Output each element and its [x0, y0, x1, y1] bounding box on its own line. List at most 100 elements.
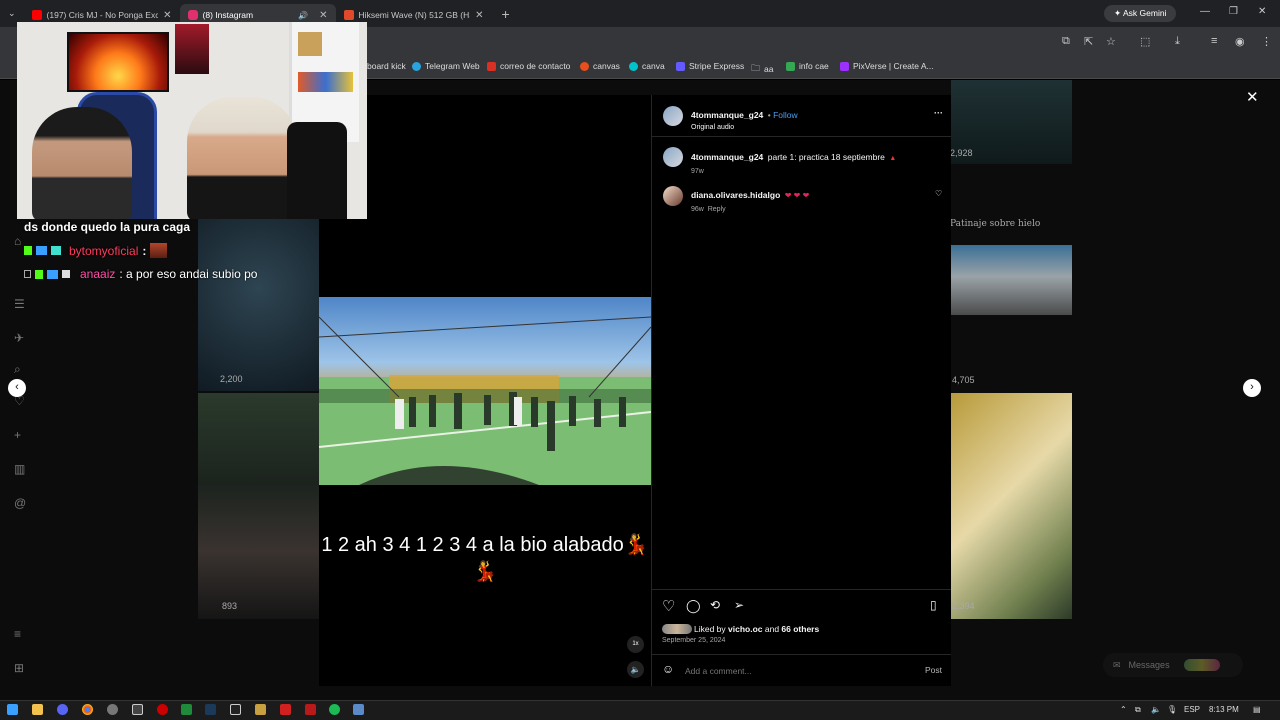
caption-text: parte 1: practica 18 septiembre: [767, 152, 885, 162]
app-icon[interactable]: [280, 704, 291, 715]
download-icon[interactable]: ⤓: [1175, 35, 1180, 48]
speaker-icon[interactable]: 🔊: [298, 11, 308, 20]
tab-search-icon[interactable]: ⌄: [0, 8, 24, 19]
reel-video-frame[interactable]: [319, 297, 651, 485]
home-icon[interactable]: ⌂: [14, 234, 21, 248]
liked-by-others[interactable]: 66 others: [781, 624, 819, 634]
bookmark-folder-aa[interactable]: 🗀 aa: [751, 61, 773, 77]
caption-username[interactable]: 4tommanque_g24: [691, 152, 763, 162]
messages-button[interactable]: ✉ Messages: [1103, 653, 1243, 677]
close-window-icon[interactable]: ✕: [1258, 6, 1266, 17]
extensions-icon[interactable]: ⬚: [1140, 35, 1150, 48]
search-icon[interactable]: ⌕: [14, 362, 21, 377]
comment-username[interactable]: diana.olivares.hidalgo: [691, 190, 780, 200]
app-icon[interactable]: [107, 704, 118, 715]
bookmark-canvas[interactable]: canvas: [580, 61, 620, 71]
grid-thumbnail[interactable]: [951, 245, 1072, 315]
app-icon[interactable]: [132, 704, 143, 715]
maximize-icon[interactable]: ❐: [1229, 6, 1238, 17]
tray-overflow-icon[interactable]: ⌃: [1120, 705, 1127, 714]
clock[interactable]: 8:13 PM: [1209, 705, 1239, 714]
close-icon[interactable]: ✕: [163, 10, 171, 21]
grid-thumbnail[interactable]: [198, 393, 319, 619]
microphone-icon[interactable]: 🎙: [1167, 705, 1177, 714]
bookmark-info-cae[interactable]: info cae: [786, 61, 829, 71]
volume-icon[interactable]: 🔈: [1151, 705, 1161, 714]
app-icon[interactable]: [255, 704, 266, 715]
close-icon[interactable]: ✕: [319, 10, 327, 21]
speed-badge[interactable]: 1x: [627, 636, 644, 653]
network-icon[interactable]: ⧉: [1135, 705, 1141, 715]
close-icon[interactable]: ✕: [475, 10, 483, 21]
reels-icon[interactable]: ☰: [14, 297, 25, 311]
chat-username[interactable]: anaaiz: [80, 267, 115, 281]
chat-text: ds donde quedo la pura caga: [24, 220, 191, 234]
bookmark-board-kick[interactable]: board kick: [367, 61, 406, 71]
minimize-icon[interactable]: —: [1200, 6, 1210, 17]
app-icon[interactable]: [353, 704, 364, 715]
apps-icon[interactable]: ⊞: [14, 661, 24, 675]
avatar[interactable]: [663, 186, 683, 206]
avatar[interactable]: [663, 147, 683, 167]
chrome-icon[interactable]: [82, 704, 93, 715]
author-username[interactable]: 4tommanque_g24: [691, 110, 763, 120]
spotify-icon[interactable]: [329, 704, 340, 715]
avatar[interactable]: [663, 106, 683, 126]
repost-icon[interactable]: ⟲: [710, 598, 720, 612]
grid-thumbnail[interactable]: [198, 219, 319, 391]
notifications-tray-icon[interactable]: ▤: [1253, 705, 1261, 714]
share-icon[interactable]: ➢: [734, 598, 744, 612]
more-options-icon[interactable]: ···: [934, 108, 943, 118]
file-explorer-icon[interactable]: [32, 704, 43, 715]
mute-icon[interactable]: 🔈: [627, 661, 644, 678]
discord-icon[interactable]: [57, 704, 68, 715]
liked-by-user[interactable]: vicho.oc: [728, 624, 762, 634]
start-icon[interactable]: [7, 704, 18, 715]
reply-button[interactable]: Reply: [708, 206, 726, 213]
threads-icon[interactable]: @: [14, 496, 26, 510]
speed-label: 1x: [632, 641, 639, 647]
app-icon[interactable]: [230, 704, 241, 715]
bookmark-stripe[interactable]: Stripe Express: [676, 61, 744, 71]
install-app-icon[interactable]: ⇱: [1084, 35, 1093, 48]
media-controls-icon[interactable]: ≡: [1211, 35, 1217, 47]
ask-gemini-button[interactable]: ✦ Ask Gemini: [1104, 5, 1177, 22]
comment-input[interactable]: [685, 664, 915, 677]
follow-button[interactable]: Follow: [773, 110, 798, 120]
save-icon[interactable]: ▯: [930, 598, 937, 612]
canvas-icon: [580, 61, 589, 71]
bookmark-telegram[interactable]: Telegram Web: [412, 61, 480, 71]
bookmark-canva[interactable]: canva: [629, 61, 665, 71]
comment-icon[interactable]: ◯: [686, 598, 701, 614]
language-indicator[interactable]: ESP: [1184, 705, 1200, 714]
chat-text: : a por eso andai subio po: [119, 267, 258, 281]
steam-icon[interactable]: [205, 704, 216, 715]
next-post-button[interactable]: ›: [1243, 379, 1261, 397]
grid-thumbnail[interactable]: [951, 393, 1072, 619]
bookmark-star-icon[interactable]: ☆: [1106, 35, 1116, 48]
badge-icon: [47, 269, 58, 279]
bookmark-correo[interactable]: correo de contacto: [487, 61, 570, 71]
translate-icon[interactable]: ⧉: [1062, 35, 1070, 48]
post-button[interactable]: Post: [925, 665, 942, 675]
emoji-icon[interactable]: ☺: [662, 662, 674, 676]
obs-icon[interactable]: [157, 704, 168, 715]
comment-like-icon[interactable]: ♡: [935, 189, 942, 198]
create-icon[interactable]: +: [14, 428, 21, 442]
webcam-overlay: [17, 22, 367, 219]
dashboard-icon[interactable]: ▥: [14, 462, 25, 476]
profile-icon[interactable]: ◉: [1235, 35, 1245, 48]
chat-username[interactable]: bytomyoficial: [69, 244, 138, 258]
bookmark-pixverse[interactable]: PixVerse | Create A...: [840, 61, 934, 71]
chat-message: ds donde quedo la pura caga: [24, 220, 190, 234]
browser-menu-icon[interactable]: ⋮: [1261, 35, 1272, 48]
menu-icon[interactable]: ≡: [14, 627, 21, 641]
like-icon[interactable]: ♡: [662, 597, 675, 615]
explore-icon[interactable]: ✈: [14, 331, 24, 345]
audio-label[interactable]: Original audio: [691, 124, 798, 131]
app-icon[interactable]: [305, 704, 316, 715]
new-tab-button[interactable]: +: [492, 6, 520, 22]
close-modal-icon[interactable]: ✕: [1246, 88, 1259, 106]
terminal-icon[interactable]: [181, 704, 192, 715]
previous-post-button[interactable]: ‹: [8, 379, 26, 397]
